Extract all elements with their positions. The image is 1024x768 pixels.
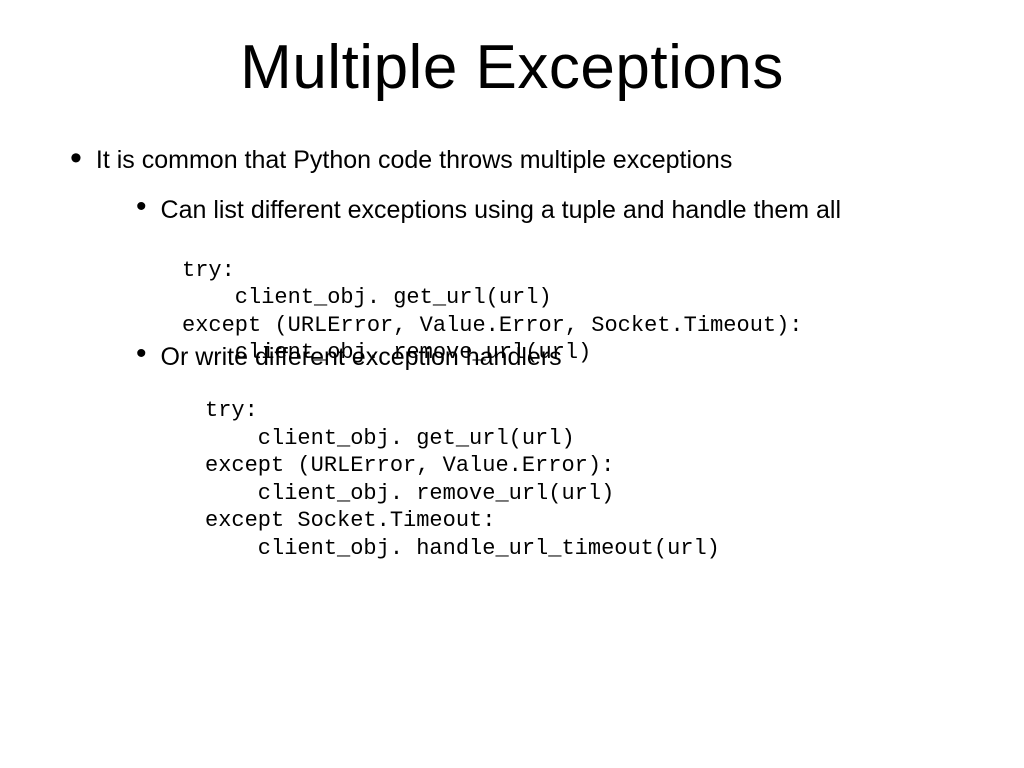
code-line: except (URLError, Value.Error, Socket.Ti… [182,313,803,338]
bullet-level2-overlap: • Or write different exception handlers [136,341,964,374]
code-block-2: try: client_obj. get_url(url) except (UR… [205,397,964,562]
slide-title: Multiple Exceptions [60,32,964,103]
bullet-text: It is common that Python code throws mul… [96,145,732,176]
bullet-text: Can list different exceptions using a tu… [161,194,842,227]
bullet-dot-icon: • [136,194,147,220]
code-line: try: [182,258,235,283]
code-line: except (URLError, Value.Error): [205,453,614,478]
code-line: client_obj. get_url(url) [205,426,575,451]
code-line: client_obj. remove_url(url) [205,481,614,506]
code-line: client_obj. handle_url_timeout(url) [205,536,720,561]
bullet-level2: • Can list different exceptions using a … [136,194,964,227]
slide: Multiple Exceptions • It is common that … [0,0,1024,768]
bullet-level1: • It is common that Python code throws m… [60,145,964,176]
bullet-dot-icon: • [136,341,147,367]
code-line: try: [205,398,258,423]
code-line: except Socket.Timeout: [205,508,495,533]
bullet-text: Or write different exception handlers [161,341,562,374]
bullet-dot-icon: • [70,145,82,171]
code-line: client_obj. get_url(url) [182,285,552,310]
